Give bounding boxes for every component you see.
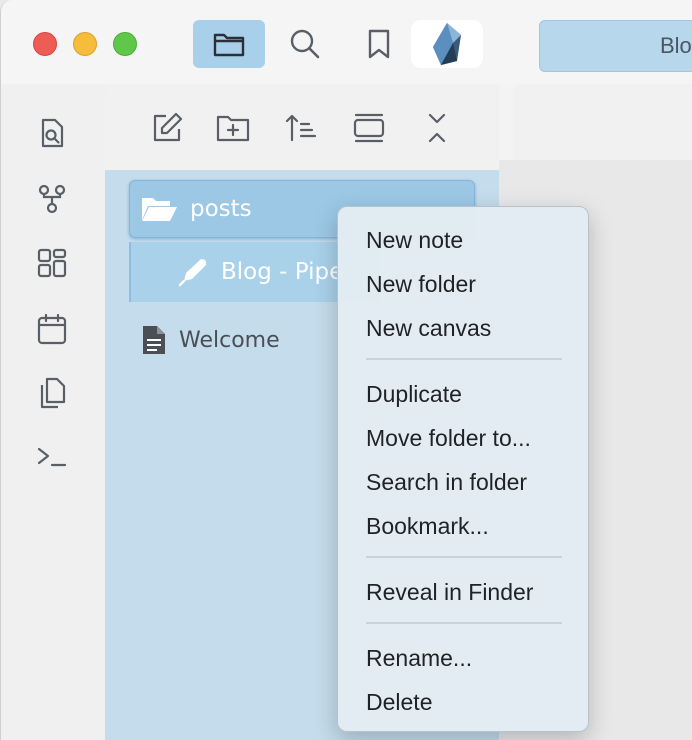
bookmark-icon (368, 29, 390, 59)
templates-button[interactable] (35, 376, 69, 410)
canvas-button[interactable] (35, 246, 69, 280)
graph-view-icon (38, 184, 66, 214)
file-label: Welcome (179, 327, 280, 353)
menu-item-search-in-folder[interactable]: Search in folder (366, 462, 586, 502)
collapse-all-icon (428, 113, 446, 143)
zoom-window-button[interactable] (113, 32, 137, 56)
command-palette-button[interactable] (35, 440, 69, 474)
sort-icon (285, 114, 317, 142)
file-welcome[interactable]: Welcome (141, 318, 280, 362)
tab-label: Blog - Pipe (660, 33, 692, 58)
menu-separator (366, 358, 562, 360)
menu-item-delete[interactable]: Delete (366, 682, 586, 722)
explorer-toolbar (105, 84, 499, 170)
templates-icon (40, 377, 66, 409)
menu-item-new-folder[interactable]: New folder (366, 264, 586, 304)
document-icon (143, 326, 165, 354)
search-icon (290, 29, 320, 59)
menu-item-new-note[interactable]: New note (366, 220, 586, 260)
collapse-all-button[interactable] (417, 108, 457, 148)
new-folder-icon (216, 115, 250, 142)
menu-item-duplicate[interactable]: Duplicate (366, 374, 586, 414)
left-ribbon (1, 84, 105, 740)
daily-note-button[interactable] (35, 312, 69, 346)
close-window-button[interactable] (33, 32, 57, 56)
collapse-view-icon (353, 113, 385, 143)
menu-separator (366, 622, 562, 624)
main-tab-header (513, 84, 692, 160)
new-note-button[interactable] (147, 108, 187, 148)
new-folder-button[interactable] (213, 108, 253, 148)
sort-button[interactable] (281, 108, 321, 148)
menu-item-move-folder[interactable]: Move folder to... (366, 418, 586, 458)
quick-switcher-button[interactable] (35, 116, 69, 150)
app-window: Blog - Pipe (0, 0, 692, 740)
graph-view-button[interactable] (35, 182, 69, 216)
files-panel-button[interactable] (193, 20, 265, 68)
command-palette-icon (37, 447, 67, 467)
bookmarks-panel-button[interactable] (343, 20, 415, 68)
folder-label: posts (190, 196, 252, 222)
menu-item-rename[interactable]: Rename... (366, 638, 586, 678)
menu-item-reveal-in-finder[interactable]: Reveal in Finder (366, 572, 586, 612)
tab-blog-pipe[interactable]: Blog - Pipe (539, 20, 692, 72)
menu-separator (366, 556, 562, 558)
obsidian-logo-icon (433, 23, 461, 65)
menu-item-bookmark[interactable]: Bookmark... (366, 506, 586, 546)
pen-icon (178, 259, 207, 287)
canvas-icon (37, 248, 67, 278)
context-menu: New note New folder New canvas Duplicate… (337, 206, 589, 732)
daily-note-icon (37, 313, 67, 345)
quick-switcher-icon (41, 118, 64, 148)
title-bar: Blog - Pipe (1, 0, 692, 84)
new-note-icon (153, 112, 183, 142)
auto-reveal-button[interactable] (349, 108, 389, 148)
minimize-window-button[interactable] (73, 32, 97, 56)
menu-item-new-canvas[interactable]: New canvas (366, 308, 586, 348)
obsidian-logo (411, 20, 483, 68)
search-panel-button[interactable] (269, 20, 341, 68)
folder-icon (213, 33, 245, 57)
file-label: Blog - Pipe (221, 259, 344, 285)
open-folder-icon (142, 198, 177, 221)
